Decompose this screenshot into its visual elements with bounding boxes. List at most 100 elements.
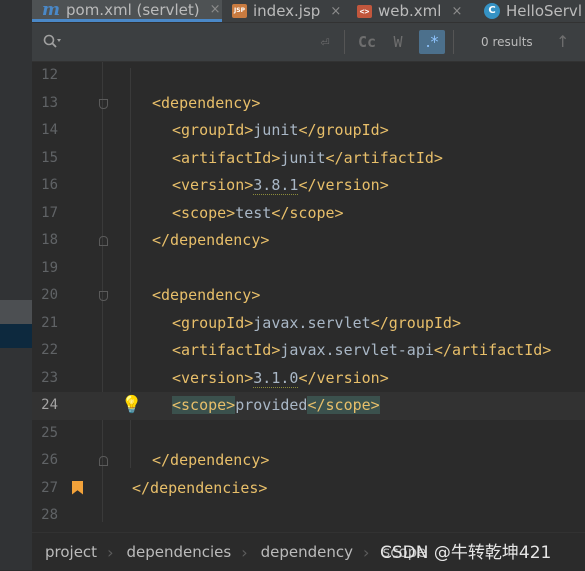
search-input[interactable] [72,31,326,55]
line-number: 27 [41,479,58,496]
code-text: </dependency> [152,231,269,249]
code-text: <artifactId>junit</artifactId> [172,149,443,167]
line-number: 16 [41,177,58,193]
xml-tag: <version> [172,176,254,194]
divider [344,30,345,54]
code-line[interactable]: 26 </dependency> [32,447,585,475]
line-number: 12 [41,67,58,83]
code-text: <version>3.8.1</version> [172,176,389,195]
code-line[interactable]: 24 💡 <scope>provided</scope> [32,392,585,420]
match-case-button[interactable]: Cc [354,32,380,52]
xml-tag: <dependency> [152,93,261,112]
fold-marker-icon[interactable] [99,456,108,466]
xml-tag: </artifactId> [325,148,443,167]
tab-label: HelloServl [506,2,582,20]
code-line[interactable]: 22 <artifactId>javax.servlet-api</artifac… [32,337,585,365]
maven-m-icon: m [42,0,60,20]
xml-text: javax.servlet-api [280,341,434,359]
search-history-icon[interactable] [42,33,62,51]
xml-tag: </version> [298,176,389,194]
tab-helloservlet[interactable]: C HelloServl [484,0,585,22]
code-text: <dependency> [152,94,260,112]
tab-label: web.xml [378,2,442,20]
line-number: 28 [41,507,58,522]
code-line[interactable]: 15 <artifactId>junit</artifactId> [32,145,585,173]
xml-text: 3.8.1 [253,176,299,195]
fold-marker-icon[interactable] [99,291,108,301]
watermark: CSDN @牛转乾坤421 [380,543,552,563]
newline-icon[interactable]: ⏎ [315,32,335,52]
code-line[interactable]: 23 <version>3.1.0</version> [32,365,585,393]
xml-tag: </groupId> [298,121,389,139]
left-tool-strip [0,0,32,570]
tab-index-jsp[interactable]: JSP index.jsp × [232,0,347,22]
code-line[interactable]: 21 <groupId>javax.servlet</groupId> [32,310,585,338]
code-line[interactable]: 12 [32,62,585,90]
line-number: 25 [41,424,58,441]
breadcrumb-item[interactable]: dependencies [113,543,241,561]
code-line[interactable]: 27 </dependencies> [32,475,585,503]
code-line[interactable]: 14 <groupId>junit</groupId> [32,117,585,145]
xml-tag: </dependencies> [132,478,268,497]
xml-text: javax.servlet [253,313,371,332]
code-line[interactable]: 19 [32,255,585,283]
breadcrumb-item[interactable]: project [32,543,107,561]
tab-pom-xml[interactable]: m pom.xml (servlet) × [32,0,222,22]
structure-marker [0,300,32,324]
code-text: <groupId>junit</groupId> [172,121,389,139]
code-text: </dependencies> [132,479,267,497]
xml-text: junit [253,121,299,139]
line-number: 13 [41,94,58,111]
regex-button[interactable]: .* [419,30,445,54]
code-text: <dependency> [152,286,260,304]
code-line[interactable]: 17 <scope>test</scope> [32,200,585,228]
tab-web-xml[interactable]: <> web.xml × [357,0,477,22]
xml-tag: <artifactId> [172,148,281,167]
code-line[interactable]: 20 <dependency> [32,282,585,310]
xml-tag: <dependency> [152,286,261,304]
code-text: <groupId>javax.servlet</groupId> [172,314,461,332]
xml-text: junit [280,148,326,167]
xml-tag: </artifactId> [433,341,552,359]
breadcrumb-item[interactable]: dependency [248,543,363,561]
code-line[interactable]: 28 [32,502,585,522]
code-text: <artifactId>javax.servlet-api</artifactI… [172,341,551,359]
xml-tag: <groupId> [172,121,254,139]
close-icon[interactable]: × [330,4,341,19]
xml-text: test [235,203,272,222]
code-text: <version>3.1.0</version> [172,368,389,388]
bookmark-icon[interactable] [72,480,83,495]
line-number: 19 [41,259,58,276]
code-text: <scope>provided</scope> [172,396,380,414]
xml-tag: </dependency> [152,231,270,249]
close-icon[interactable]: × [210,2,221,17]
code-text: </dependency> [152,451,269,469]
line-number: 18 [41,232,58,248]
previous-occurrence-icon[interactable]: ↑ [556,32,569,51]
xml-tag: <version> [172,368,254,387]
close-icon[interactable]: × [451,4,462,19]
selection-marker [0,324,32,348]
xml-text: 3.1.0 [253,368,299,388]
xml-tag: </version> [298,368,389,387]
divider [453,30,454,54]
xml-tag: </dependency> [152,451,270,469]
xml-tag: </scope> [271,203,344,222]
code-editor[interactable]: 12 13 <dependency> 14 <groupId>junit</groupI… [32,62,585,522]
words-button[interactable]: W [387,32,409,52]
xml-file-icon: <> [357,4,372,18]
code-line[interactable]: 18 </dependency> [32,227,585,255]
xml-tag: <artifactId> [172,341,281,359]
intention-bulb-icon[interactable]: 💡 [121,395,142,415]
editor-tab-bar: m pom.xml (servlet) × JSP index.jsp × <>… [32,0,585,23]
code-text: <scope>test</scope> [172,204,344,222]
code-line[interactable]: 16 <version>3.8.1</version> [32,172,585,200]
line-number: 15 [41,149,58,166]
line-number: 26 [41,452,58,468]
fold-marker-icon[interactable] [99,98,108,109]
code-line[interactable]: 13 <dependency> [32,90,585,118]
code-line[interactable]: 25 [32,420,585,448]
line-number: 24 [41,397,58,413]
jsp-file-icon: JSP [232,4,247,18]
fold-marker-icon[interactable] [99,236,108,246]
